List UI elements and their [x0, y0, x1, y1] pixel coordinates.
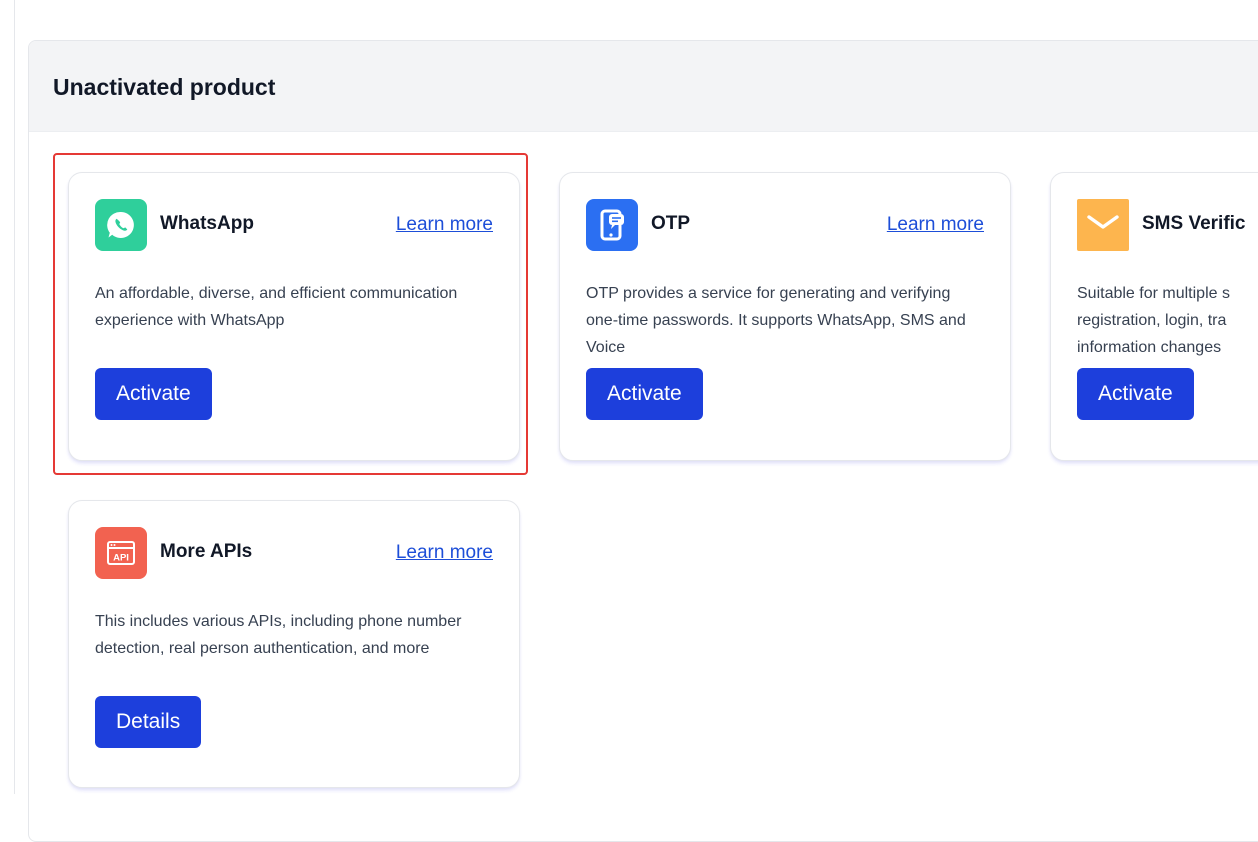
product-card-otp: OTP Learn more OTP provides a service fo… — [559, 172, 1011, 461]
panel-header: Unactivated product — [29, 41, 1258, 132]
card-header: OTP Learn more — [586, 199, 984, 251]
product-card-more-apis: API More APIs Learn more This includes v… — [68, 500, 520, 788]
activate-button[interactable]: Activate — [1077, 368, 1194, 420]
otp-phone-icon — [586, 199, 638, 251]
card-header: WhatsApp Learn more — [95, 199, 493, 251]
learn-more-link[interactable]: Learn more — [887, 214, 984, 236]
product-card-whatsapp: WhatsApp Learn more An affordable, diver… — [68, 172, 520, 461]
whatsapp-icon — [95, 199, 147, 251]
card-header: SMS Verific — [1077, 199, 1258, 251]
svg-text:API: API — [113, 553, 129, 564]
product-description: This includes various APIs, including ph… — [95, 613, 462, 657]
product-name: WhatsApp — [160, 213, 254, 234]
product-name: More APIs — [160, 541, 253, 562]
page-left-border — [14, 0, 15, 794]
section-title: Unactivated product — [53, 74, 276, 100]
product-name: OTP — [651, 213, 691, 234]
details-button[interactable]: Details — [95, 696, 202, 748]
product-description: OTP provides a service for generating an… — [586, 285, 966, 356]
envelope-icon — [1077, 199, 1129, 251]
product-description: An affordable, diverse, and efficient co… — [95, 285, 458, 329]
api-icon: API — [95, 527, 147, 579]
card-header: API More APIs Learn more — [95, 527, 493, 579]
product-name: SMS Verific — [1142, 213, 1246, 234]
activate-button[interactable]: Activate — [95, 368, 212, 420]
activate-button[interactable]: Activate — [586, 368, 703, 420]
product-description: Suitable for multiple s registration, lo… — [1077, 285, 1230, 356]
learn-more-link[interactable]: Learn more — [396, 542, 493, 564]
learn-more-link[interactable]: Learn more — [396, 214, 493, 236]
product-card-sms-verification: SMS Verific Suitable for multiple s regi… — [1050, 172, 1258, 461]
